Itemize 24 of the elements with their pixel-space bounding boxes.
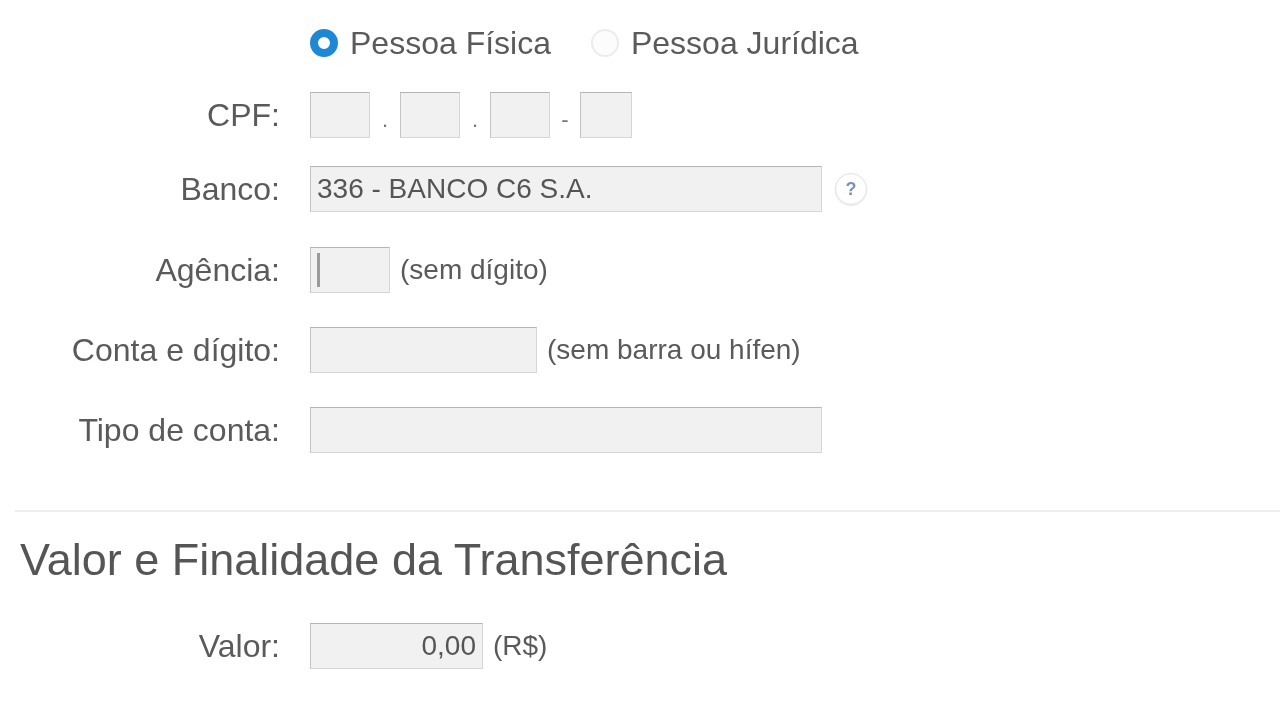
field-label: Valor: [198, 627, 280, 665]
field-label: Agência: [155, 251, 280, 289]
bank-input[interactable]: 336 - BANCO C6 S.A. [310, 166, 822, 212]
field-label: CPF: [207, 96, 280, 134]
field-label: Banco: [180, 170, 280, 208]
account-input[interactable] [310, 327, 537, 373]
field-hint: (sem barra ou hífen) [547, 333, 801, 367]
cpf-separator: . [470, 107, 480, 133]
cpf-input[interactable] [490, 92, 550, 138]
cpf-input[interactable] [310, 92, 370, 138]
amount-input[interactable]: 0,00 [310, 623, 483, 669]
account-type-input[interactable] [310, 407, 822, 453]
radio-option[interactable]: Pessoa Física [310, 24, 551, 62]
cpf-input[interactable] [400, 92, 460, 138]
cpf-separator: . [380, 107, 390, 133]
branch-input[interactable] [310, 247, 390, 293]
cpf-input[interactable] [580, 92, 632, 138]
field-hint: (R$) [493, 629, 548, 663]
field-label: Tipo de conta: [78, 411, 280, 449]
field-hint: (sem dígito) [400, 253, 548, 287]
cpf-separator: - [560, 107, 570, 133]
field-label: Conta e dígito: [71, 331, 280, 369]
section-heading: Valor e Finalidade da Transferência [20, 534, 728, 586]
radio-option[interactable]: Pessoa Jurídica [590, 24, 859, 62]
